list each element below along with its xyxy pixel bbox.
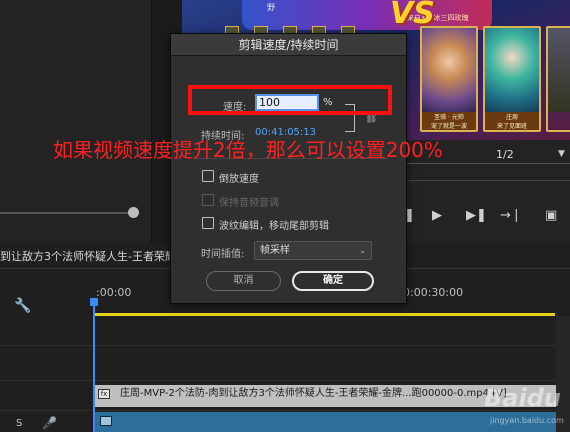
reverse-speed-label: 倒放速度 — [219, 174, 259, 185]
watermark-url: jingyan.baidu.com — [490, 416, 564, 425]
maintain-pitch-checkbox[interactable] — [202, 194, 214, 206]
hero-card: 庄周 来了见面班 — [483, 26, 541, 132]
time-interp-select[interactable]: 帧采样 ⌄ — [254, 241, 372, 260]
clip-speed-dialog: 剪辑速度/持续时间 速度: 100 % 持续时间: 00:41:05:13 ⛓ … — [170, 33, 407, 304]
premiere-workspace: 野 一来自XQ.冰三四玫瑰 VS 圣骑 · 元帅 宠了就是一波 庄周 来了见面班 1… — [0, 0, 570, 432]
time-interp-value: 帧采样 — [260, 245, 290, 256]
chevron-down-icon: ⌄ — [359, 246, 366, 255]
export-frame-icon[interactable]: ▣ — [545, 208, 557, 223]
hero-card — [546, 26, 570, 132]
dialog-title: 剪辑速度/持续时间 — [171, 34, 406, 56]
chevron-down-icon: ▼ — [558, 149, 565, 159]
program-scrub-track[interactable] — [404, 180, 570, 181]
project-panel — [0, 0, 152, 242]
zoom-slider-track[interactable] — [0, 212, 134, 214]
track-label: S — [16, 418, 23, 429]
reverse-speed-checkbox[interactable] — [202, 170, 214, 182]
annotation-highlight-box — [188, 85, 392, 115]
fx-badge-icon — [100, 416, 112, 426]
timeline-scrollbar[interactable] — [556, 316, 570, 432]
maintain-pitch-label: 保持音频音调 — [219, 198, 279, 209]
microphone-icon[interactable]: 🎤 — [42, 416, 57, 430]
annotation-text: 如果视频速度提升2倍，那么可以设置200% — [53, 138, 443, 162]
playhead-line[interactable] — [93, 300, 95, 432]
ripple-edit-label: 波纹编辑，移动尾部剪辑 — [219, 221, 329, 232]
ok-button[interactable]: 确定 — [292, 271, 374, 291]
ruler-time-start: :00:00 — [96, 286, 132, 299]
ripple-edit-checkbox[interactable] — [202, 217, 214, 229]
hero-portrait — [548, 28, 570, 112]
zoom-slider-knob[interactable] — [128, 207, 139, 218]
hero-name-plate: 圣骑 · 元帅 宠了就是一波 — [422, 111, 476, 130]
hero-card: 圣骑 · 元帅 宠了就是一波 — [420, 26, 478, 132]
play-icon[interactable]: ▶ — [432, 208, 442, 223]
playhead-handle[interactable] — [90, 298, 98, 306]
wrench-icon[interactable]: 🔧 — [14, 298, 31, 314]
preview-top-text: 野 — [267, 3, 275, 12]
time-interp-label: 时间插值: — [201, 249, 245, 260]
clip-title: 庄周-MVP-2个法防-肉到让敌方3个法师怀疑人生-王者荣耀-金牌...跑000… — [120, 388, 507, 399]
go-to-out-icon[interactable]: →❘ — [500, 208, 522, 223]
hero-portrait — [485, 28, 539, 112]
sequence-title[interactable]: 到让敌方3个法师怀疑人生-王者荣耀 — [0, 248, 182, 266]
cancel-button[interactable]: 取消 — [206, 271, 281, 291]
hero-portrait — [422, 28, 476, 112]
track-separator — [0, 380, 570, 381]
step-forward-icon[interactable]: ▶❚ — [466, 208, 487, 223]
watermark-logo: Baidu — [484, 384, 561, 412]
track-separator — [0, 345, 570, 346]
audio-clip[interactable] — [94, 412, 556, 432]
zoom-value: 1/2 — [496, 148, 514, 161]
hero-name-plate: 庄周 来了见面班 — [485, 111, 539, 130]
fx-badge-icon: fx — [98, 389, 110, 399]
